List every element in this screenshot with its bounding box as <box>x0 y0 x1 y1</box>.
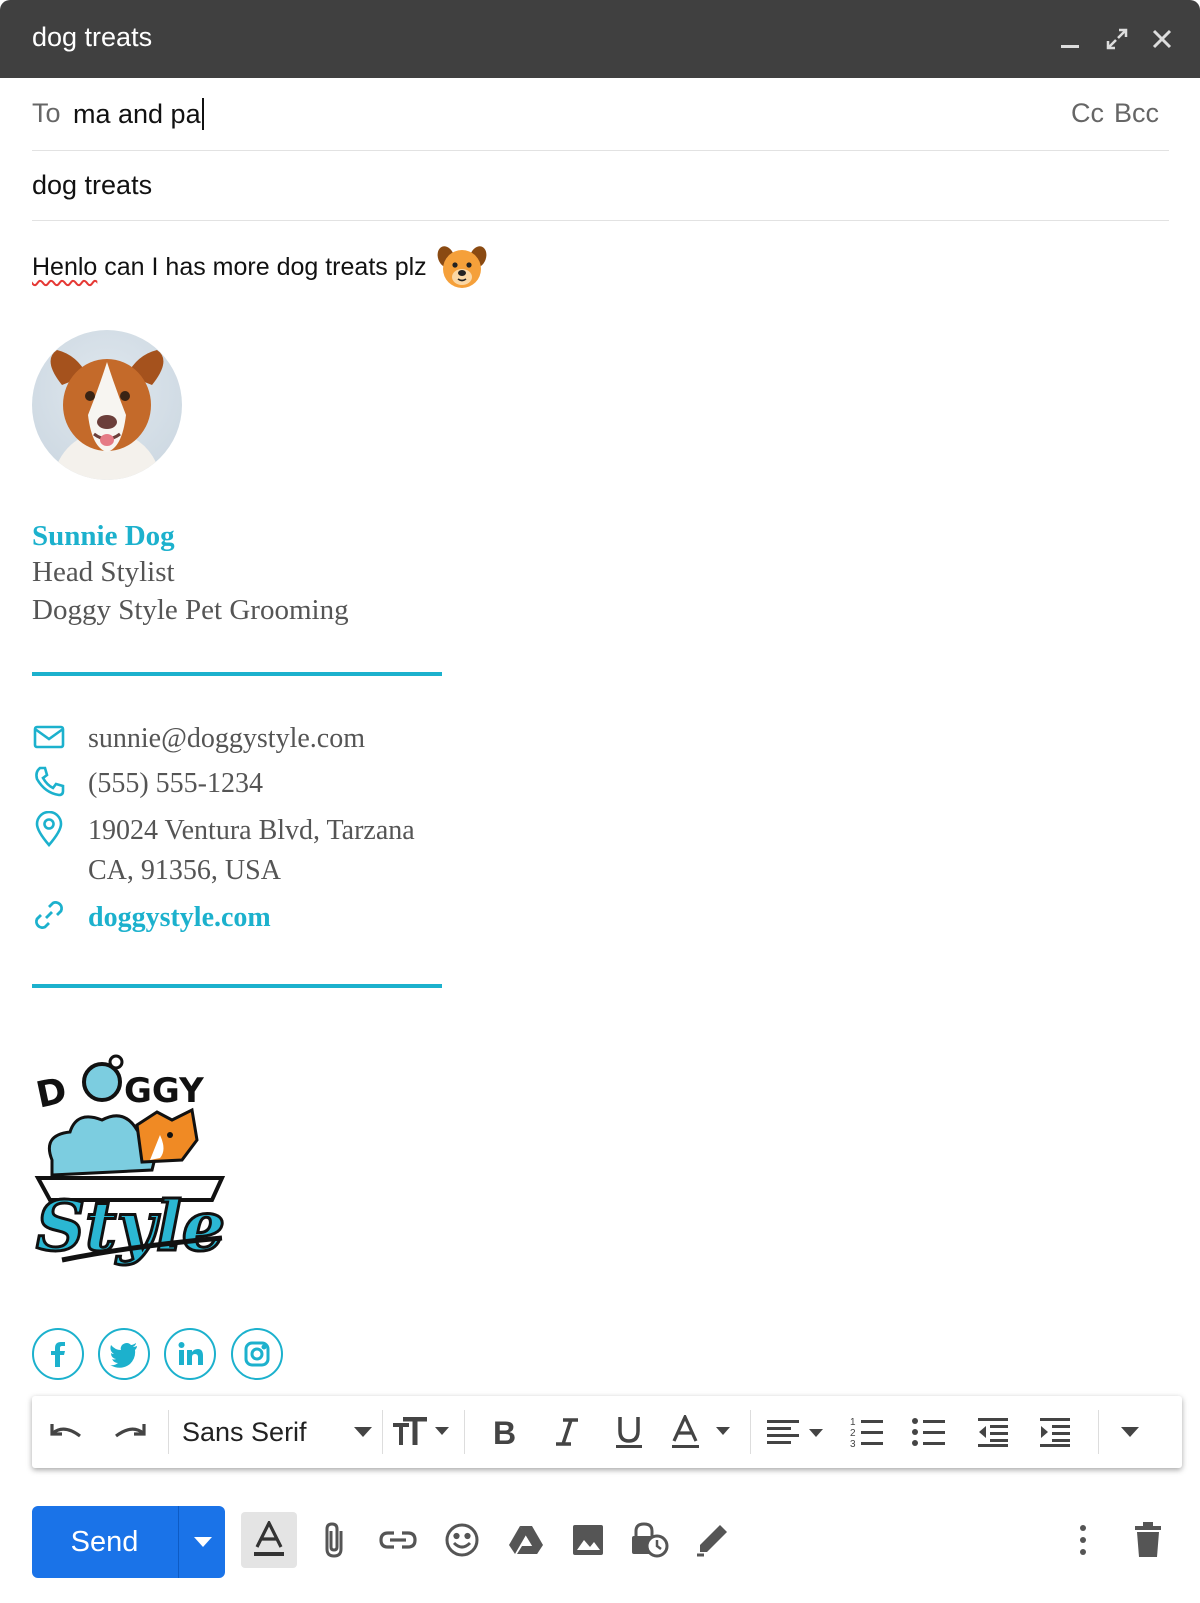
minimize-icon[interactable] <box>1053 22 1087 56</box>
compose-title: dog treats <box>32 22 153 52</box>
more-options-icon[interactable] <box>1065 1512 1101 1568</box>
signature-avatar <box>32 330 182 480</box>
attach-icon[interactable] <box>306 1512 362 1568</box>
toolbar-separator <box>382 1410 383 1454</box>
bold-icon: B <box>493 1416 516 1448</box>
indent-less-button[interactable] <box>970 1410 1016 1454</box>
underline-icon <box>616 1417 642 1448</box>
svg-text:B: B <box>493 1416 516 1448</box>
mail-icon <box>32 719 68 755</box>
to-input[interactable]: ma and pa <box>73 98 204 130</box>
align-button[interactable] <box>764 1410 830 1454</box>
insert-photo-icon[interactable] <box>560 1512 616 1568</box>
twitter-icon[interactable] <box>98 1328 150 1380</box>
bulleted-list-icon <box>912 1418 945 1446</box>
more-formatting-button[interactable] <box>1110 1410 1150 1454</box>
formatting-options-button[interactable] <box>241 1512 297 1568</box>
signature-email[interactable]: sunnie@doggystyle.com <box>88 719 365 759</box>
signature-title: Head Stylist <box>32 556 175 588</box>
dog-face-icon <box>437 244 487 290</box>
text-color-button[interactable] <box>668 1410 738 1454</box>
svg-text:D: D <box>33 1070 71 1116</box>
body-text: can I has more dog treats plz <box>104 252 427 281</box>
emoji-icon[interactable] <box>434 1512 490 1568</box>
to-label: To <box>32 98 61 128</box>
font-family-select[interactable]: Sans Serif <box>182 1410 372 1454</box>
bulleted-list-button[interactable] <box>906 1410 952 1454</box>
signature-company: Doggy Style Pet Grooming <box>32 594 349 626</box>
signature-name: Sunnie Dog <box>32 520 175 552</box>
chevron-down-icon <box>354 1427 372 1437</box>
formatting-toolbar: Sans Serif B 123 <box>32 1396 1182 1468</box>
signature-address-row: 19024 Ventura Blvd, Tarzana CA, 91356, U… <box>32 810 415 891</box>
facebook-icon[interactable] <box>32 1328 84 1380</box>
undo-icon[interactable] <box>44 1410 88 1454</box>
cc-link[interactable]: Cc <box>1071 98 1104 128</box>
expand-icon[interactable] <box>1100 22 1134 56</box>
doggy-style-logo: D GGY Style <box>32 1050 232 1290</box>
indent-more-button[interactable] <box>1032 1410 1078 1454</box>
bcc-link[interactable]: Bcc <box>1114 98 1159 128</box>
close-icon[interactable] <box>1145 22 1179 56</box>
instagram-icon[interactable] <box>231 1328 283 1380</box>
chevron-down-icon <box>193 1537 212 1547</box>
numbered-list-icon: 123 <box>850 1417 883 1449</box>
phone-icon <box>32 764 68 800</box>
insert-link-icon[interactable] <box>370 1512 426 1568</box>
cc-bcc-links: Cc Bcc <box>1061 98 1159 129</box>
recipients-row[interactable]: To ma and pa Cc Bcc <box>32 80 1169 151</box>
font-family-label: Sans Serif <box>182 1416 307 1447</box>
signature-divider <box>32 672 442 676</box>
font-size-button[interactable] <box>390 1410 454 1454</box>
svg-text:Style: Style <box>36 1187 225 1267</box>
redo-icon[interactable] <box>108 1410 152 1454</box>
signature-address: 19024 Ventura Blvd, Tarzana CA, 91356, U… <box>88 811 415 891</box>
discard-draft-icon[interactable] <box>1120 1512 1176 1568</box>
signature-divider-2 <box>32 984 442 988</box>
toolbar-separator <box>1098 1410 1099 1454</box>
italic-button[interactable] <box>544 1410 590 1454</box>
send-button-group: Send <box>32 1506 225 1578</box>
confidential-mode-icon[interactable] <box>622 1512 678 1568</box>
toolbar-separator <box>168 1410 169 1454</box>
link-icon <box>32 898 68 934</box>
subject-row[interactable]: dog treats <box>32 150 1169 221</box>
text-size-icon <box>393 1417 449 1445</box>
svg-text:2: 2 <box>850 1428 856 1439</box>
toolbar-separator <box>750 1410 751 1454</box>
signature-address-line2: CA, 91356, USA <box>88 855 281 886</box>
text-color-icon <box>672 1415 730 1448</box>
compose-title-bar[interactable]: dog treats <box>0 0 1200 78</box>
svg-text:3: 3 <box>850 1439 856 1449</box>
bold-button[interactable]: B <box>482 1410 528 1454</box>
send-button[interactable]: Send <box>32 1506 177 1578</box>
subject-input[interactable]: dog treats <box>32 170 152 201</box>
linkedin-icon[interactable] <box>164 1328 216 1380</box>
signature-phone-row: (555) 555-1234 <box>32 764 263 804</box>
signature-pen-icon[interactable] <box>684 1512 740 1568</box>
underline-button[interactable] <box>606 1410 652 1454</box>
svg-text:1: 1 <box>850 1417 856 1428</box>
message-body[interactable]: Henlo can I has more dog treats plz <box>32 244 487 290</box>
svg-text:GGY: GGY <box>124 1071 204 1111</box>
chevron-down-icon <box>1121 1427 1139 1437</box>
location-pin-icon <box>32 810 68 847</box>
align-left-icon <box>767 1420 823 1444</box>
indent-more-icon <box>1040 1418 1070 1447</box>
toolbar-separator <box>464 1410 465 1454</box>
signature-phone: (555) 555-1234 <box>88 768 263 799</box>
italic-icon <box>556 1418 578 1446</box>
signature-website-row: doggystyle.com <box>32 898 271 938</box>
send-options-button[interactable] <box>178 1506 226 1578</box>
google-drive-icon[interactable] <box>498 1512 554 1568</box>
numbered-list-button[interactable]: 123 <box>844 1410 890 1454</box>
misspelled-word[interactable]: Henlo <box>32 253 97 282</box>
text-format-icon <box>254 1521 284 1556</box>
signature-email-row: sunnie@doggystyle.com <box>32 719 365 759</box>
indent-less-icon <box>978 1418 1008 1447</box>
signature-address-line1: 19024 Ventura Blvd, Tarzana <box>88 815 415 846</box>
signature-website-link[interactable]: doggystyle.com <box>88 898 271 938</box>
